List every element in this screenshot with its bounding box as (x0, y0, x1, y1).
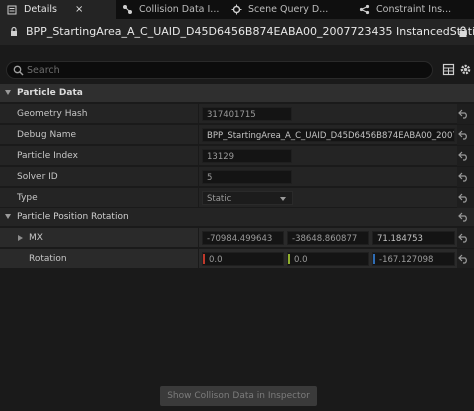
show-collision-data-button[interactable]: Show Collison Data in Inspector (160, 386, 317, 406)
type-selected-value: Static (207, 194, 232, 204)
property-row-debug-name: Debug Name BPP_StartingArea_A_C_UAID_D45… (0, 124, 474, 145)
tab-bar: Details × Collision Data I... Scene Quer… (0, 0, 474, 19)
tab-scene-query-label: Scene Query D... (248, 4, 329, 15)
debug-name-field[interactable]: BPP_StartingArea_A_C_UAID_D45D6456B874EA… (202, 128, 455, 142)
collapse-arrow-icon[interactable] (5, 90, 11, 95)
gear-icon[interactable] (459, 63, 472, 76)
property-row-mx: MX -70984.499643 -38648.860877 71.184753 (0, 227, 474, 248)
reset-to-default-icon[interactable] (458, 193, 469, 203)
actor-icon (11, 26, 17, 36)
reset-to-default-icon[interactable] (458, 212, 469, 222)
particle-index-field[interactable]: 13129 (202, 149, 292, 163)
details-header: BPP_StartingArea_A_C_UAID_D45D6456B874EA… (0, 19, 474, 45)
expand-arrow-icon[interactable] (18, 235, 23, 241)
property-label: Debug Name (17, 130, 77, 140)
reset-to-default-icon[interactable] (458, 109, 469, 119)
reset-to-default-icon[interactable] (458, 151, 469, 161)
property-label: Geometry Hash (17, 109, 88, 119)
property-label: Particle Index (17, 151, 78, 161)
collapse-arrow-icon[interactable] (5, 214, 11, 219)
reset-to-default-icon[interactable] (458, 172, 469, 182)
z-axis-marker (373, 254, 375, 264)
mx-x-field[interactable]: -70984.499643 (202, 231, 284, 245)
property-row-solver-id: Solver ID 5 (0, 166, 474, 187)
rotation-x-field[interactable]: 0.0 (202, 252, 284, 266)
rotation-z-field[interactable]: -167.127098 (372, 252, 455, 266)
tab-scene-query[interactable]: Scene Query D... (224, 0, 352, 19)
chevron-down-icon (280, 197, 286, 201)
search-icon (13, 65, 24, 76)
search-box[interactable] (6, 61, 433, 79)
y-axis-marker (288, 254, 290, 264)
search-row (0, 60, 474, 80)
property-row-rotation: Rotation 0.0 0.0 -167.127098 (0, 248, 474, 269)
tab-constraint-inspector[interactable]: Constraint Ins... (352, 0, 474, 19)
solver-id-field[interactable]: 5 (202, 170, 292, 184)
tab-constraint-label: Constraint Ins... (376, 4, 452, 15)
x-axis-marker (203, 254, 205, 264)
property-row-geometry-hash: Geometry Hash 317401715 (0, 103, 474, 124)
search-input[interactable] (27, 64, 427, 77)
object-title: BPP_StartingArea_A_C_UAID_D45D6456B874EA… (26, 25, 474, 38)
category-particle-data[interactable]: Particle Data (0, 84, 474, 102)
mx-y-field[interactable]: -38648.860877 (287, 231, 369, 245)
rotation-y-field[interactable]: 0.0 (287, 252, 369, 266)
tab-details[interactable]: Details × (0, 0, 116, 19)
tab-collision-data[interactable]: Collision Data I... (116, 0, 224, 19)
tab-details-label: Details (24, 4, 57, 15)
geometry-hash-field[interactable]: 317401715 (202, 107, 292, 121)
reset-to-default-icon[interactable] (458, 233, 469, 243)
property-label: Rotation (29, 254, 67, 264)
tab-collision-label: Collision Data I... (139, 4, 220, 15)
scene-query-icon (230, 4, 242, 16)
property-label: Solver ID (17, 172, 58, 182)
collision-icon (122, 4, 133, 16)
property-label: Type (17, 193, 38, 203)
category-particle-position-rotation[interactable]: Particle Position Rotation (0, 208, 474, 226)
panel-divider (0, 45, 474, 60)
property-row-particle-index: Particle Index 13129 (0, 145, 474, 166)
constraint-icon (358, 4, 370, 16)
mx-z-field[interactable]: 71.184753 (372, 231, 455, 245)
details-icon (6, 4, 18, 16)
close-icon[interactable]: × (75, 4, 83, 15)
property-row-type: Type Static (0, 187, 474, 208)
type-dropdown[interactable]: Static (202, 191, 293, 205)
lock-icon[interactable] (458, 26, 468, 38)
property-matrix-icon[interactable] (442, 63, 455, 76)
reset-to-default-icon[interactable] (458, 130, 469, 140)
property-label: MX (29, 233, 43, 243)
reset-to-default-icon[interactable] (458, 254, 469, 264)
